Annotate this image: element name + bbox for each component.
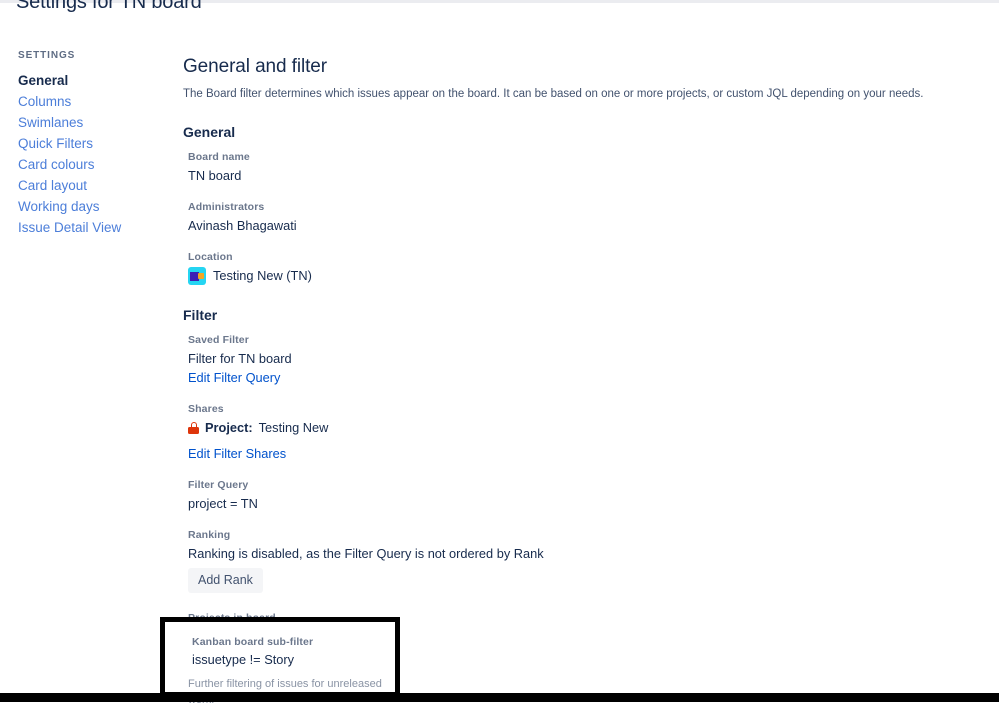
main-description: The Board filter determines which issues…	[183, 88, 924, 100]
sidebar-item-card-colours[interactable]: Card colours	[18, 154, 158, 175]
ranking-value: Ranking is disabled, as the Filter Query…	[188, 546, 544, 561]
lock-icon	[188, 422, 199, 434]
saved-filter-field: Saved Filter Filter for TN board Edit Fi…	[188, 333, 943, 387]
administrators-value: Avinash Bhagawati	[188, 218, 297, 233]
filter-query-label: Filter Query	[188, 479, 249, 491]
saved-filter-label: Saved Filter	[188, 334, 249, 346]
location-value: Testing New (TN)	[213, 268, 312, 283]
kanban-subfilter-value[interactable]: issuetype != Story	[192, 651, 395, 669]
shares-scope-label: Project:	[205, 420, 253, 435]
main-heading: General and filter	[183, 56, 327, 77]
location-field: Location Testing New (TN)	[188, 250, 943, 285]
kanban-subfilter-highlight-box: Kanban board sub-filter issuetype != Sto…	[160, 617, 400, 706]
board-name-field: Board name TN board	[188, 150, 943, 185]
shares-scope-value: Testing New	[258, 420, 329, 435]
board-name-label: Board name	[188, 151, 250, 163]
location-value-row[interactable]: Testing New (TN)	[188, 267, 943, 285]
sidebar-item-card-layout[interactable]: Card layout	[18, 175, 158, 196]
sidebar-item-general[interactable]: General	[18, 70, 158, 91]
shares-field: Shares Project: Testing New Edit Filter …	[188, 402, 943, 463]
sidebar-heading: SETTINGS	[18, 50, 76, 61]
bottom-edge-bar	[0, 693, 999, 702]
general-section-heading: General	[183, 124, 236, 140]
shares-label: Shares	[188, 403, 224, 415]
sidebar-item-columns[interactable]: Columns	[18, 91, 158, 112]
kanban-subfilter-label: Kanban board sub-filter	[192, 636, 314, 648]
administrators-field: Administrators Avinash Bhagawati	[188, 200, 943, 235]
sidebar-item-quick-filters[interactable]: Quick Filters	[18, 133, 158, 154]
sidebar-item-working-days[interactable]: Working days	[18, 196, 158, 217]
location-label: Location	[188, 251, 233, 263]
edit-filter-shares-link[interactable]: Edit Filter Shares	[188, 445, 943, 463]
sidebar-item-issue-detail-view[interactable]: Issue Detail View	[18, 217, 158, 238]
administrators-label: Administrators	[188, 201, 265, 213]
page-title: Settings for TN board	[16, 0, 202, 13]
saved-filter-value: Filter for TN board	[188, 351, 292, 366]
filter-section-heading: Filter	[183, 307, 218, 323]
shares-value-row: Project: Testing New	[188, 419, 943, 437]
sidebar-item-swimlanes[interactable]: Swimlanes	[18, 112, 158, 133]
kanban-subfilter-help-text: Further filtering of issues for unreleas…	[188, 678, 382, 706]
add-rank-button[interactable]: Add Rank	[188, 568, 263, 593]
project-avatar-icon	[188, 267, 206, 285]
board-name-value: TN board	[188, 168, 242, 183]
ranking-label: Ranking	[188, 529, 231, 541]
settings-sidebar: SETTINGS General Columns Swimlanes Quick…	[18, 50, 158, 238]
filter-query-field: Filter Query project = TN	[188, 478, 943, 513]
ranking-field: Ranking Ranking is disabled, as the Filt…	[188, 528, 943, 593]
filter-query-value: project = TN	[188, 496, 258, 511]
main-content: General and filter The Board filter dete…	[183, 56, 943, 680]
edit-filter-query-link[interactable]: Edit Filter Query	[188, 369, 943, 387]
